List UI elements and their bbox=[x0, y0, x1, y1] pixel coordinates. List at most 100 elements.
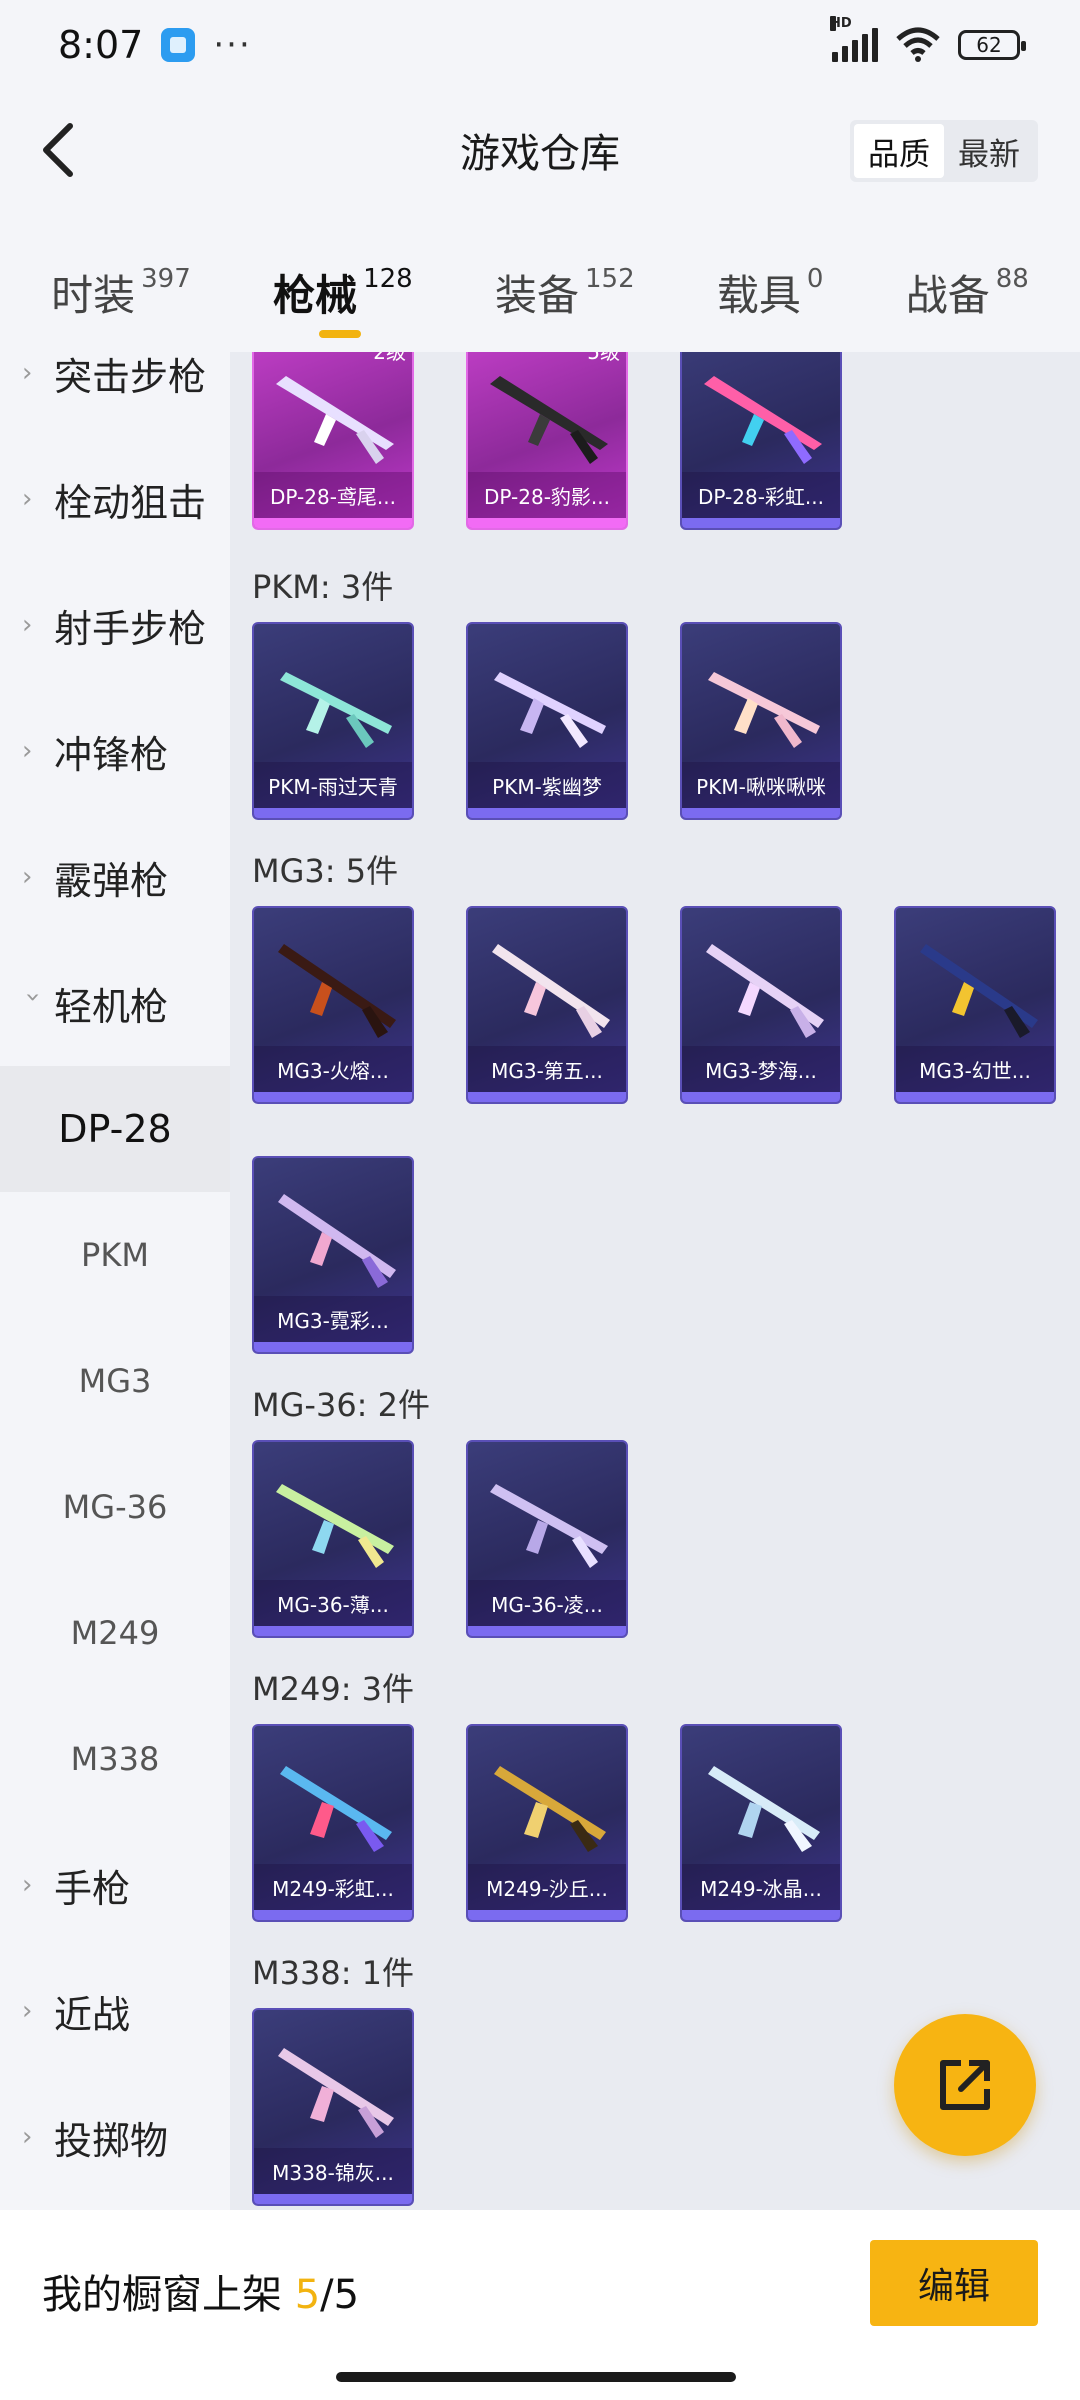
hd-label: HD bbox=[830, 16, 852, 31]
item-card[interactable]: MG3-第五... bbox=[466, 906, 628, 1104]
tab-label: 战备 bbox=[905, 271, 990, 320]
sidebar-item-bolt-sniper[interactable]: › 栓动狙击 bbox=[0, 436, 230, 562]
tab-fashion[interactable]: 时装 397 bbox=[51, 240, 191, 340]
tab-firearms[interactable]: 枪械 128 bbox=[273, 240, 413, 340]
item-card[interactable]: MG3-火熔... bbox=[252, 906, 414, 1104]
item-name: PKM-雨过天青 bbox=[254, 762, 412, 808]
status-right: HD 62 bbox=[830, 16, 1026, 63]
item-card[interactable]: 5级 DP-28-豹影... bbox=[466, 352, 628, 530]
sidebar-item-label: 射手步枪 bbox=[54, 606, 207, 651]
item-card[interactable]: M249-沙丘... bbox=[466, 1724, 628, 1922]
item-card[interactable]: DP-28-彩虹... bbox=[680, 352, 842, 530]
sidebar-item-label: 轻机枪 bbox=[54, 984, 169, 1029]
item-card[interactable]: MG-36-凌... bbox=[466, 1440, 628, 1638]
sidebar-item-dmr[interactable]: › 射手步枪 bbox=[0, 562, 230, 688]
item-name: MG-36-凌... bbox=[468, 1580, 626, 1626]
showcase-status: 我的橱窗上架 5/5 bbox=[42, 2262, 359, 2320]
sidebar-sub-pkm[interactable]: PKM bbox=[0, 1192, 230, 1318]
sidebar-item-label: 近战 bbox=[54, 1992, 131, 2037]
chevron-right-icon: › bbox=[22, 736, 33, 766]
item-card[interactable]: M338-锦灰... bbox=[252, 2008, 414, 2206]
gun-image bbox=[704, 376, 822, 464]
item-card[interactable]: M249-冰晶... bbox=[680, 1724, 842, 1922]
sidebar-sub-dp28[interactable]: DP-28 bbox=[0, 1066, 230, 1192]
quality-bar bbox=[254, 2194, 412, 2204]
item-name: DP-28-豹影... bbox=[468, 472, 626, 518]
battery-level: 62 bbox=[976, 33, 1002, 57]
tab-vehicles[interactable]: 载具 0 bbox=[717, 240, 824, 340]
sidebar-sub-mg3[interactable]: MG3 bbox=[0, 1318, 230, 1444]
quality-bar bbox=[254, 808, 412, 818]
sort-quality-button[interactable]: 品质 bbox=[854, 124, 944, 178]
item-card[interactable]: PKM-紫幽梦 bbox=[466, 622, 628, 820]
bottom-bar: 我的橱窗上架 5/5 编辑 bbox=[0, 2210, 1080, 2400]
item-card[interactable]: MG3-幻世... bbox=[894, 906, 1056, 1104]
item-name: MG3-幻世... bbox=[896, 1046, 1054, 1092]
item-name: MG3-火熔... bbox=[254, 1046, 412, 1092]
group-label-m338: M338: 1件 bbox=[252, 1954, 415, 1992]
sidebar: › 突击步枪 › 栓动狙击 › 射手步枪 › 冲锋枪 › 霰弹枪 › 轻机枪 DP-28 P… bbox=[0, 352, 230, 2210]
sidebar-item-throwable[interactable]: › 投掷物 bbox=[0, 2074, 230, 2200]
item-card[interactable]: 2级 DP-28-鸢尾... bbox=[252, 352, 414, 530]
sidebar-item-lmg[interactable]: › 轻机枪 bbox=[0, 940, 230, 1066]
sort-newest-button[interactable]: 最新 bbox=[944, 124, 1034, 178]
home-indicator[interactable] bbox=[336, 2372, 736, 2382]
tab-supplies[interactable]: 战备 88 bbox=[906, 240, 1029, 340]
quality-bar bbox=[468, 518, 626, 528]
more-notifications-icon: ··· bbox=[213, 25, 252, 65]
share-button[interactable] bbox=[894, 2014, 1036, 2156]
quality-bar bbox=[254, 1342, 412, 1352]
gun-image bbox=[278, 1194, 396, 1288]
group-label-m249: M249: 3件 bbox=[252, 1670, 415, 1708]
sidebar-item-assault-rifle[interactable]: › 突击步枪 bbox=[0, 352, 230, 436]
quality-bar bbox=[468, 808, 626, 818]
item-card[interactable]: MG-36-薄... bbox=[252, 1440, 414, 1638]
gun-image bbox=[706, 944, 824, 1038]
quality-bar bbox=[254, 1910, 412, 1920]
chevron-left-icon bbox=[43, 123, 73, 177]
tab-count: 88 bbox=[995, 264, 1029, 294]
sidebar-sub-m338[interactable]: M338 bbox=[0, 1696, 230, 1822]
edit-button[interactable]: 编辑 bbox=[870, 2240, 1038, 2326]
quality-bar bbox=[682, 1092, 840, 1102]
gun-image bbox=[920, 944, 1038, 1038]
category-tabs: 时装 397 枪械 128 装备 152 载具 0 战备 88 bbox=[0, 230, 1080, 350]
gun-image bbox=[278, 2048, 394, 2138]
item-name: M249-彩虹... bbox=[254, 1864, 412, 1910]
sort-toggle: 品质 最新 bbox=[850, 120, 1038, 182]
item-name: PKM-啾咪啾咪 bbox=[682, 762, 840, 808]
sidebar-item-label: 投掷物 bbox=[54, 2118, 169, 2163]
group-label-pkm: PKM: 3件 bbox=[252, 568, 394, 606]
item-card[interactable]: PKM-雨过天青 bbox=[252, 622, 414, 820]
sidebar-sub-mg36[interactable]: MG-36 bbox=[0, 1444, 230, 1570]
item-name: MG-36-薄... bbox=[254, 1580, 412, 1626]
item-name: MG3-霓彩... bbox=[254, 1296, 412, 1342]
chevron-right-icon: › bbox=[22, 1870, 33, 1900]
tab-count: 128 bbox=[363, 264, 413, 294]
sidebar-item-smg[interactable]: › 冲锋枪 bbox=[0, 688, 230, 814]
gun-image bbox=[494, 672, 606, 748]
sidebar-item-shotgun[interactable]: › 霰弹枪 bbox=[0, 814, 230, 940]
chevron-down-icon: › bbox=[18, 992, 48, 1003]
chevron-right-icon: › bbox=[22, 862, 33, 892]
item-card[interactable]: MG3-梦海... bbox=[680, 906, 842, 1104]
tab-equipment[interactable]: 装备 152 bbox=[495, 240, 635, 340]
back-button[interactable] bbox=[28, 120, 88, 180]
item-name: MG3-梦海... bbox=[682, 1046, 840, 1092]
sidebar-item-pistol[interactable]: › 手枪 bbox=[0, 1822, 230, 1948]
item-card[interactable]: M249-彩虹... bbox=[252, 1724, 414, 1922]
item-card[interactable]: PKM-啾咪啾咪 bbox=[680, 622, 842, 820]
sidebar-item-melee[interactable]: › 近战 bbox=[0, 1948, 230, 2074]
sidebar-sub-m249[interactable]: M249 bbox=[0, 1570, 230, 1696]
status-left: 8:07 ··· bbox=[58, 23, 252, 67]
quality-bar bbox=[682, 518, 840, 528]
gun-image bbox=[490, 376, 608, 464]
gun-image bbox=[708, 672, 820, 748]
item-name: M249-沙丘... bbox=[468, 1864, 626, 1910]
wifi-icon bbox=[896, 27, 940, 62]
item-card[interactable]: MG3-霓彩... bbox=[252, 1156, 414, 1354]
quality-bar bbox=[254, 518, 412, 528]
showcase-current: 5 bbox=[294, 2272, 321, 2318]
gun-image bbox=[490, 1484, 608, 1568]
sidebar-item-label: 冲锋枪 bbox=[54, 732, 169, 777]
